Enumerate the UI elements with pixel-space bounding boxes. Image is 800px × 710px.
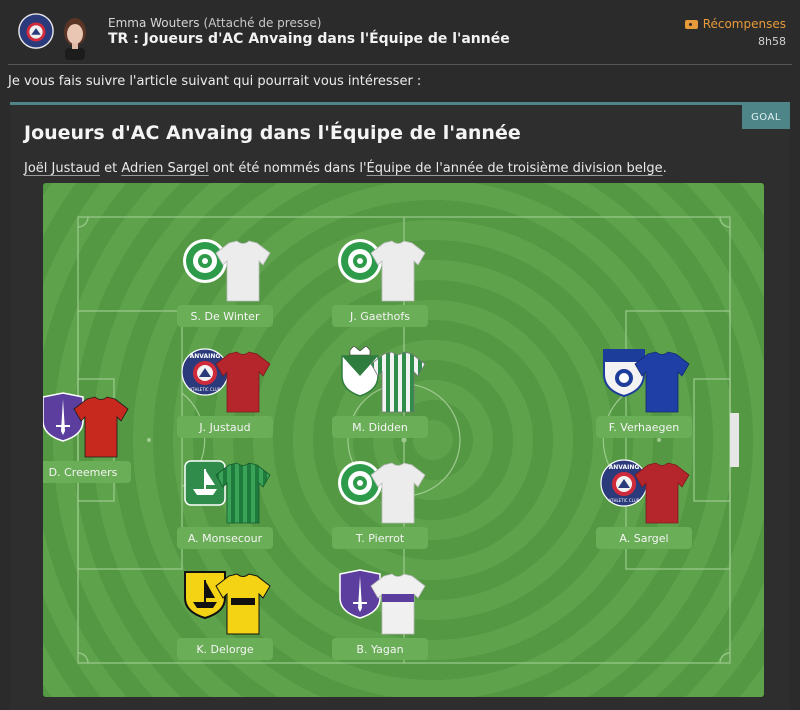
player-card[interactable]: A. Monsecour: [177, 449, 307, 559]
player-name: A. Sargel: [596, 527, 692, 549]
green-white-striped-shirt-icon: [370, 351, 426, 413]
player-card[interactable]: J. Gaethofs: [332, 227, 462, 337]
message-time: 8h58: [758, 35, 786, 48]
player-card[interactable]: T. Pierrot: [332, 449, 462, 559]
message-header: Emma Wouters (Attaché de presse) TR : Jou…: [0, 0, 800, 60]
article-text: Joël Justaud et Adrien Sargel ont été no…: [24, 161, 667, 176]
player-name: D. Creemers: [43, 461, 131, 483]
source-tag: GOAL: [742, 105, 790, 129]
white-shirt-icon: [370, 462, 426, 524]
player-card[interactable]: S. De Winter: [177, 227, 307, 337]
player-link-sargel[interactable]: Adrien Sargel: [121, 161, 208, 176]
player-name: J. Gaethofs: [332, 305, 428, 327]
white-shirt-icon: [215, 240, 271, 302]
player-card[interactable]: B. Yagan: [332, 560, 462, 670]
player-name: J. Justaud: [177, 416, 273, 438]
award-link[interactable]: Équipe de l'année de troisième division …: [367, 161, 663, 176]
header-divider: [8, 64, 792, 65]
text-end: .: [662, 161, 667, 176]
player-name: M. Didden: [332, 416, 428, 438]
player-card[interactable]: M. Didden: [332, 338, 462, 448]
player-link-justaud[interactable]: Joël Justaud: [24, 161, 100, 176]
player-card[interactable]: ANVAING ATHLETIC CLUB J. Justaud: [177, 338, 307, 448]
sender-role: (Attaché de presse): [203, 16, 322, 30]
player-name: K. Delorge: [177, 638, 273, 660]
text-middle: ont été nommés dans l': [208, 161, 367, 176]
player-card[interactable]: ANVAING ATHLETIC CLUB A. Sargel: [596, 449, 726, 559]
player-name: B. Yagan: [332, 638, 428, 660]
blue-shirt-icon: [634, 351, 690, 413]
player-name: T. Pierrot: [332, 527, 428, 549]
white-purple-shirt-icon: [370, 573, 426, 635]
football-pitch: S. De Winter J. Gaethofs ANVAING ATHLETI…: [43, 183, 764, 697]
player-card[interactable]: D. Creemers: [43, 383, 165, 493]
player-name: A. Monsecour: [177, 527, 273, 549]
player-name: F. Verhaegen: [596, 416, 692, 438]
red-shirt-icon: [73, 396, 129, 458]
news-article: GOAL Joueurs d'AC Anvaing dans l'Équipe …: [10, 102, 790, 710]
red-shirt-icon: [634, 462, 690, 524]
ticket-icon: [684, 19, 698, 29]
player-card[interactable]: K. Delorge: [177, 560, 307, 670]
rewards-label: Récompenses: [702, 17, 786, 31]
sender-avatar[interactable]: [57, 14, 93, 60]
player-card[interactable]: F. Verhaegen: [596, 338, 726, 448]
sender-name[interactable]: Emma Wouters: [108, 16, 200, 30]
message-subject: TR : Joueurs d'AC Anvaing dans l'Équipe …: [108, 31, 510, 47]
yellow-shirt-icon: [215, 573, 271, 635]
sender-line: Emma Wouters (Attaché de presse): [108, 16, 321, 30]
green-striped-shirt-icon: [215, 462, 271, 524]
club-badge-icon[interactable]: [17, 12, 55, 50]
red-shirt-icon: [215, 351, 271, 413]
player-name: S. De Winter: [177, 305, 273, 327]
article-title: Joueurs d'AC Anvaing dans l'Équipe de l'…: [24, 122, 521, 144]
text-and: et: [99, 161, 122, 176]
intro-text: Je vous fais suivre l'article suivant qu…: [8, 74, 422, 89]
white-shirt-icon: [370, 240, 426, 302]
rewards-link[interactable]: Récompenses: [684, 17, 786, 31]
